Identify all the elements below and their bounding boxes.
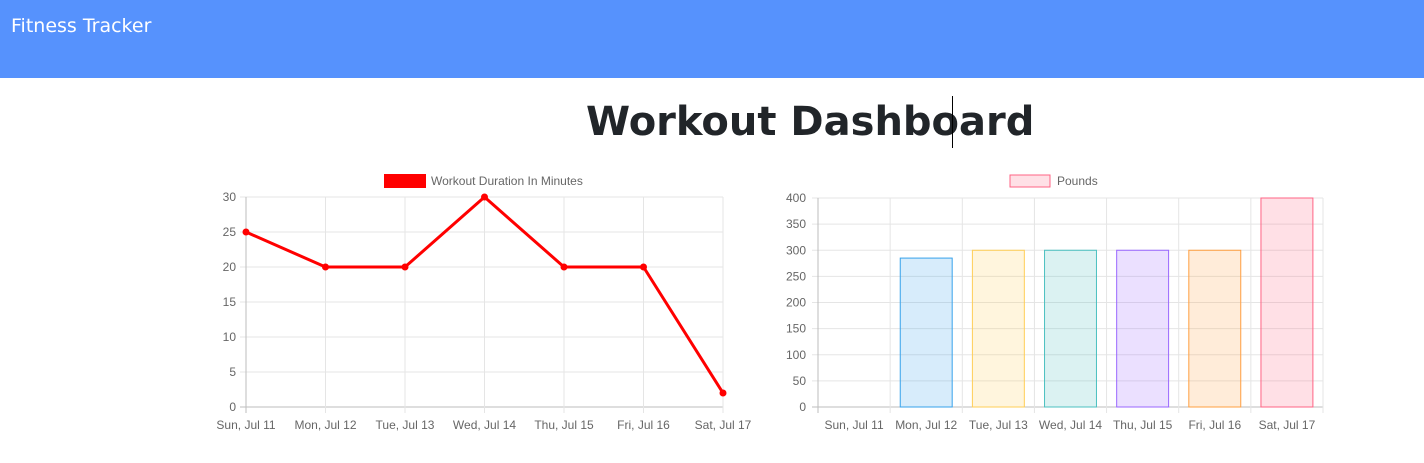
legend-swatch [384,174,426,188]
y-tick-label: 300 [786,243,806,257]
x-tick-label: Fri, Jul 16 [617,418,670,432]
data-point [401,263,409,271]
x-tick-label: Sun, Jul 11 [824,418,883,432]
bar [1188,249,1242,408]
y-tick-label: 250 [786,269,806,283]
data-point [719,389,727,397]
data-point [560,263,568,271]
x-tick-label: Sat, Jul 17 [695,418,752,432]
bar [1260,197,1314,408]
brand-link[interactable]: Fitness Tracker [11,15,151,37]
y-tick-label: 50 [793,374,807,388]
y-tick-label: 30 [223,190,237,204]
data-point [322,263,329,271]
x-tick-label: Thu, Jul 15 [1113,418,1173,432]
x-tick-label: Sun, Jul 11 [216,418,275,432]
workout-duration-chart: 0 5 10 15 20 25 30 Sun, Jul 11 Mon, Jul 12 Tue, J… [216,174,752,432]
x-tick-label: Wed, Jul 14 [1039,418,1102,432]
y-tick-label: 25 [223,225,237,239]
x-tick-label: Mon, Jul 12 [294,418,356,432]
y-tick-label: 5 [229,365,236,379]
x-tick-label: Fri, Jul 16 [1188,418,1241,432]
title-wrap: Workout Dashboard [586,96,1034,148]
x-tick-label: Mon, Jul 12 [895,418,957,432]
y-tick-label: 0 [229,400,236,414]
page-title: Workout Dashboard [586,99,1035,145]
y-tick-label: 20 [223,260,237,274]
x-tick-label: Tue, Jul 13 [376,418,435,432]
x-tick-label: Sat, Jul 17 [1259,418,1316,432]
y-tick-label: 350 [786,217,806,231]
data-point [481,193,488,201]
text-cursor [952,96,953,148]
data-point [640,263,647,271]
bar [899,257,953,408]
y-tick-label: 10 [223,330,237,344]
data-point [242,228,250,236]
legend-swatch [1009,174,1051,188]
bar [1044,249,1097,408]
bar [1116,249,1170,408]
y-tick-label: 400 [786,191,806,205]
x-tick-label: Tue, Jul 13 [969,418,1028,432]
y-tick-label: 0 [799,400,806,414]
navbar: Fitness Tracker [0,0,1424,78]
weight-chart: 0 50 100 150 200 250 300 350 400 Sun, Jul 11 Mon, … [786,174,1324,432]
legend-label: Workout Duration In Minutes [431,174,583,188]
y-tick-label: 200 [786,296,806,310]
y-tick-label: 15 [223,295,237,309]
y-tick-label: 150 [786,322,806,336]
bar [971,249,1025,408]
x-tick-label: Thu, Jul 15 [534,418,594,432]
x-tick-label: Wed, Jul 14 [453,418,516,432]
legend-label: Pounds [1057,174,1098,188]
y-tick-label: 100 [786,348,806,362]
